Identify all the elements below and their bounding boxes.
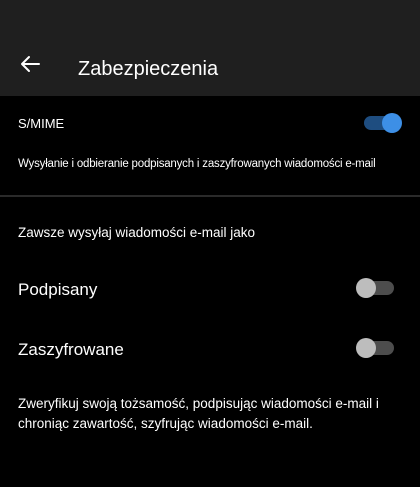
signed-label: Podpisany: [18, 280, 98, 299]
toggle-knob: [356, 278, 376, 298]
arrow-left-icon: [21, 56, 40, 72]
smime-toggle[interactable]: [364, 113, 402, 133]
signed-toggle[interactable]: [356, 278, 394, 298]
encrypted-label: Zaszyfrowane: [18, 340, 124, 359]
smime-description: Wysyłanie i odbieranie podpisanych i zas…: [18, 158, 376, 170]
page-title: Zabezpieczenia: [78, 58, 219, 80]
toggle-knob: [382, 113, 402, 133]
always-send-heading: Zawsze wysyłaj wiadomości e-mail jako: [18, 225, 256, 240]
security-settings-screen: Zabezpieczenia S/MIME Wysyłanie i odbier…: [0, 0, 420, 487]
app-header: Zabezpieczenia: [0, 0, 420, 96]
smime-label: S/MIME: [18, 116, 65, 131]
section-divider: [0, 195, 420, 197]
back-button[interactable]: [12, 46, 48, 82]
encrypted-toggle[interactable]: [356, 338, 394, 358]
footer-description: Zweryfikuj swoją tożsamość, podpisując w…: [18, 396, 379, 431]
toggle-knob: [356, 338, 376, 358]
